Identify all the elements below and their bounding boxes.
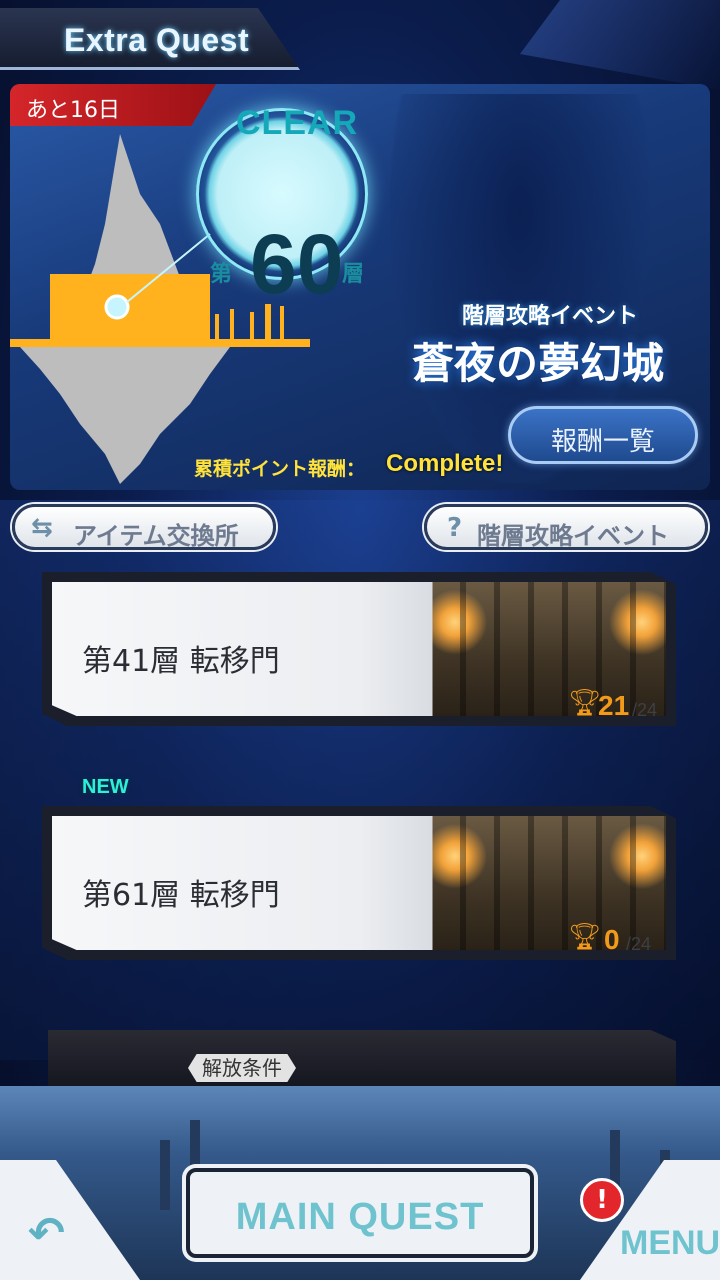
- floor-prefix: 第: [210, 262, 233, 287]
- quest-card-floor-41[interactable]: 第41層 転移門 🏆︎ 21 /24: [42, 572, 676, 726]
- event-help-label: 階層攻略イベント: [477, 522, 669, 550]
- points-reward-label: 累積ポイント報酬：: [194, 458, 366, 480]
- item-exchange-button[interactable]: ⇆ アイテム交換所: [12, 504, 276, 550]
- quest-progress-count: 0: [604, 924, 620, 955]
- quest-card-floor-61[interactable]: 第61層 転移門 🏆︎ 0 /24: [42, 806, 676, 960]
- reward-list-label: 報酬一覧: [550, 427, 655, 457]
- locked-quest-card[interactable]: [48, 1030, 676, 1086]
- event-help-button[interactable]: ? 階層攻略イベント: [424, 504, 708, 550]
- page-title: Extra Quest: [64, 22, 250, 58]
- unlock-condition-label: 解放条件: [188, 1054, 296, 1082]
- quest-progress-count: 21: [598, 690, 630, 721]
- trophy-icon: 🏆︎: [568, 688, 602, 718]
- event-banner[interactable]: あと16日 CLEAR 第 60 層 階層攻略イベント 蒼夜の夢幻城 累積ポイン…: [10, 84, 710, 490]
- event-title: 蒼夜の夢幻城: [412, 339, 665, 388]
- days-remaining-text: あと16日: [26, 98, 120, 123]
- menu-button[interactable]: MENU: [620, 1224, 720, 1263]
- alert-badge: !: [580, 1178, 624, 1222]
- event-subtitle: 階層攻略イベント: [462, 304, 639, 329]
- item-exchange-label: アイテム交換所: [73, 522, 239, 550]
- reward-list-button[interactable]: 報酬一覧: [508, 406, 698, 464]
- days-remaining-badge: あと16日: [10, 84, 216, 126]
- trophy-icon: 🏆︎: [568, 922, 602, 952]
- new-badge: NEW: [82, 776, 129, 798]
- question-mark-icon: ?: [447, 513, 463, 543]
- background-shard: [520, 0, 720, 90]
- cleared-floor-number: 60: [250, 217, 344, 311]
- floor-suffix: 層: [342, 262, 365, 287]
- clear-label: CLEAR: [236, 104, 359, 142]
- back-arrow-icon[interactable]: ↶: [28, 1208, 65, 1259]
- main-quest-button[interactable]: MAIN QUEST: [186, 1168, 534, 1258]
- quest-name: 第41層 転移門: [82, 644, 280, 679]
- quest-progress-total: /24: [632, 700, 658, 720]
- exchange-arrows-icon: ⇆: [31, 513, 53, 543]
- quest-progress-total: /24: [626, 934, 652, 954]
- quest-name: 第61層 転移門: [82, 878, 280, 913]
- main-quest-label: MAIN QUEST: [235, 1196, 485, 1238]
- points-reward-status: Complete!: [386, 450, 504, 477]
